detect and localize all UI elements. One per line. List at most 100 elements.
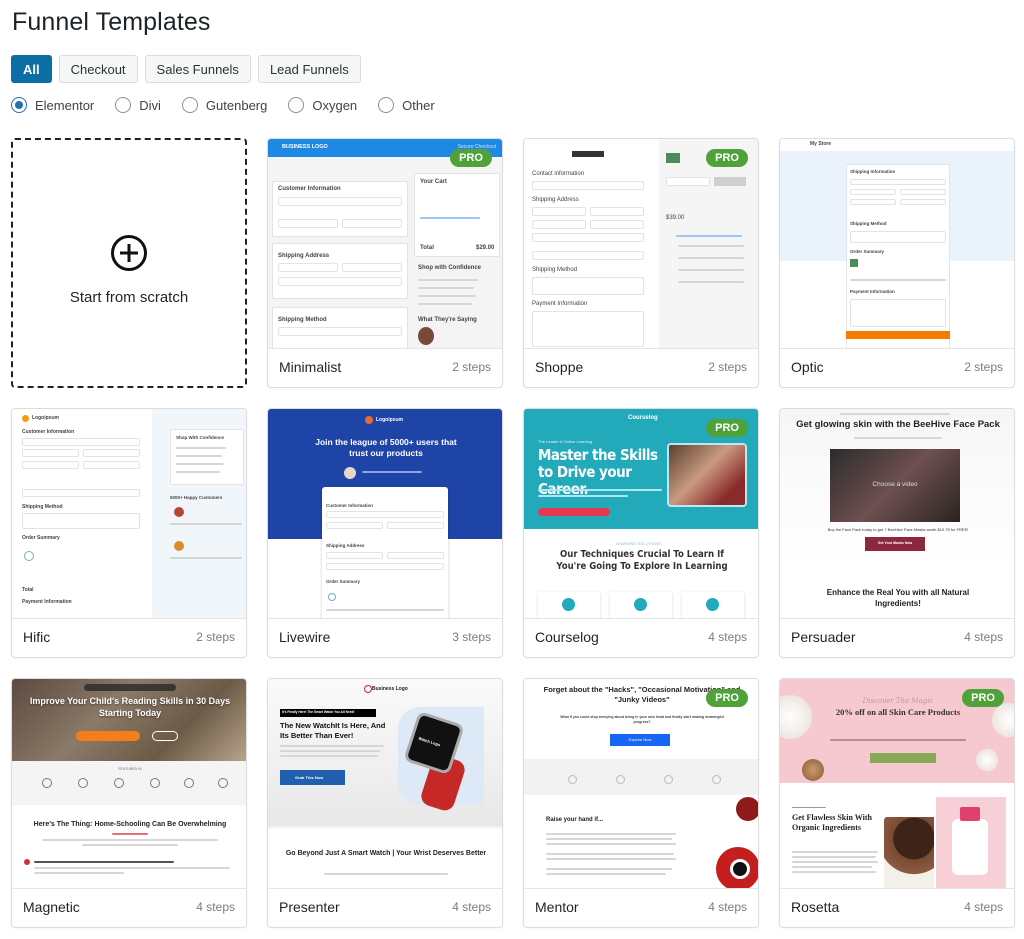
preview-line xyxy=(34,861,174,863)
preview-logo-icon xyxy=(78,778,88,788)
radio-oxygen[interactable]: Oxygen xyxy=(288,97,357,113)
template-footer: Optic 2 steps xyxy=(780,347,1014,387)
preview-hero xyxy=(12,679,246,761)
template-footer: Hific 2 steps xyxy=(12,617,246,657)
preview-text: Shipping Address xyxy=(326,543,365,548)
tab-checkout[interactable]: Checkout xyxy=(58,55,138,83)
preview-bowl xyxy=(802,759,824,781)
preview-feature-card xyxy=(538,592,600,618)
preview-cta-label: Explore Now xyxy=(628,737,652,742)
template-card-magnetic[interactable]: Improve Your Child's Reading Skills in 3… xyxy=(11,678,247,928)
tab-all[interactable]: All xyxy=(11,55,52,83)
radio-unchecked-icon[interactable] xyxy=(181,97,198,113)
template-card-livewire[interactable]: Logoipsum Join the league of 5000+ users… xyxy=(267,408,503,658)
template-card-courselog[interactable]: Courselog The Leader in Online Learning … xyxy=(523,408,759,658)
preview-line xyxy=(792,861,878,863)
preview-text: Payment Information xyxy=(22,599,72,605)
preview-field xyxy=(590,220,644,229)
template-card-rosetta[interactable]: Discover The Magic 20% off on all Skin C… xyxy=(779,678,1015,928)
preview-logo-icon xyxy=(218,778,228,788)
radio-checked-icon[interactable] xyxy=(11,97,27,113)
preview-avatar xyxy=(174,507,184,517)
start-from-scratch-label: Start from scratch xyxy=(69,288,189,306)
preview-line xyxy=(678,269,744,271)
preview-line xyxy=(546,873,666,875)
preview-line xyxy=(170,523,242,525)
pro-badge: PRO xyxy=(706,149,748,167)
preview-field xyxy=(22,489,140,497)
template-card-minimalist[interactable]: BUSINESS LOGO Secure Checkout Customer I… xyxy=(267,138,503,388)
preview-field xyxy=(22,449,79,457)
preview-line xyxy=(176,455,222,457)
radio-label: Oxygen xyxy=(312,97,358,113)
preview-text: Shop With Confidence xyxy=(176,435,224,440)
template-card-shoppe[interactable]: Contact information Shipping Address Shi… xyxy=(523,138,759,388)
radio-gutenberg[interactable]: Gutenberg xyxy=(181,97,267,113)
preview-feature-card xyxy=(610,592,672,618)
template-steps: 4 steps xyxy=(964,630,1003,644)
radio-elementor[interactable]: Elementor xyxy=(11,97,94,113)
preview-bowl xyxy=(976,749,998,771)
template-card-hific[interactable]: Logoipsum Customer Information Shipping … xyxy=(11,408,247,658)
preview-product-image xyxy=(328,593,336,601)
preview-field xyxy=(532,207,586,216)
radio-label: Other xyxy=(402,97,435,113)
pro-badge: PRO xyxy=(706,689,748,707)
preview-line xyxy=(676,235,742,237)
template-name: Magnetic xyxy=(23,899,80,915)
preview-section-title: Our Techniques Crucial To Learn If You'r… xyxy=(556,549,728,572)
tab-lead-funnels[interactable]: Lead Funnels xyxy=(257,55,361,83)
template-steps: 4 steps xyxy=(708,900,747,914)
template-steps: 2 steps xyxy=(708,360,747,374)
template-name: Optic xyxy=(791,359,824,375)
preview-field xyxy=(326,522,383,529)
template-name: Persuader xyxy=(791,629,856,645)
preview-field xyxy=(326,552,383,559)
preview-line xyxy=(42,839,218,841)
template-preview: BUSINESS LOGO Secure Checkout Customer I… xyxy=(268,139,502,349)
preview-logo-icon xyxy=(616,775,625,784)
preview-field xyxy=(83,449,140,457)
preview-line xyxy=(546,843,676,845)
preview-line xyxy=(792,866,872,868)
template-card-mentor[interactable]: Forget about the "Hacks", "Occasional Mo… xyxy=(523,678,759,928)
template-preview: Business Logo Watch Logo It's Finally He… xyxy=(268,679,502,889)
preview-field xyxy=(900,199,946,205)
preview-line xyxy=(418,279,478,281)
preview-line xyxy=(418,295,476,297)
preview-text: Business Logo xyxy=(372,686,408,692)
preview-field xyxy=(532,233,644,242)
preview-text: Total xyxy=(22,587,34,593)
preview-line xyxy=(280,755,378,757)
preview-flower xyxy=(736,797,758,821)
radio-other[interactable]: Other xyxy=(378,97,435,113)
radio-unchecked-icon[interactable] xyxy=(115,97,132,113)
preview-logo-icon xyxy=(114,778,124,788)
preview-order-button xyxy=(846,331,950,339)
radio-unchecked-icon[interactable] xyxy=(378,97,395,113)
preview-text: Payment Information xyxy=(532,301,588,307)
preview-line xyxy=(326,609,444,611)
preview-logo-icon xyxy=(712,775,721,784)
preview-cta-button xyxy=(538,508,610,516)
preview-line xyxy=(792,871,876,873)
preview-field xyxy=(278,327,402,336)
template-card-optic[interactable]: My Store Shipping Information Shipping M… xyxy=(779,138,1015,388)
radio-unchecked-icon[interactable] xyxy=(288,97,305,113)
template-preview: Improve Your Child's Reading Skills in 3… xyxy=(12,679,246,889)
template-footer: Courselog 4 steps xyxy=(524,617,758,657)
preview-field xyxy=(590,207,644,216)
template-card-presenter[interactable]: Business Logo Watch Logo It's Finally He… xyxy=(267,678,503,928)
template-name: Mentor xyxy=(535,899,579,915)
preview-field xyxy=(387,552,444,559)
preview-line xyxy=(280,750,380,752)
template-footer: Minimalist 2 steps xyxy=(268,347,502,387)
preview-line xyxy=(362,471,422,473)
start-from-scratch-card[interactable]: Start from scratch xyxy=(11,138,247,388)
preview-line xyxy=(34,867,230,869)
template-card-persuader[interactable]: Get glowing skin with the BeeHive Face P… xyxy=(779,408,1015,658)
radio-divi[interactable]: Divi xyxy=(115,97,161,113)
tab-sales-funnels[interactable]: Sales Funnels xyxy=(144,55,251,83)
template-name: Rosetta xyxy=(791,899,840,915)
preview-line xyxy=(792,851,878,853)
